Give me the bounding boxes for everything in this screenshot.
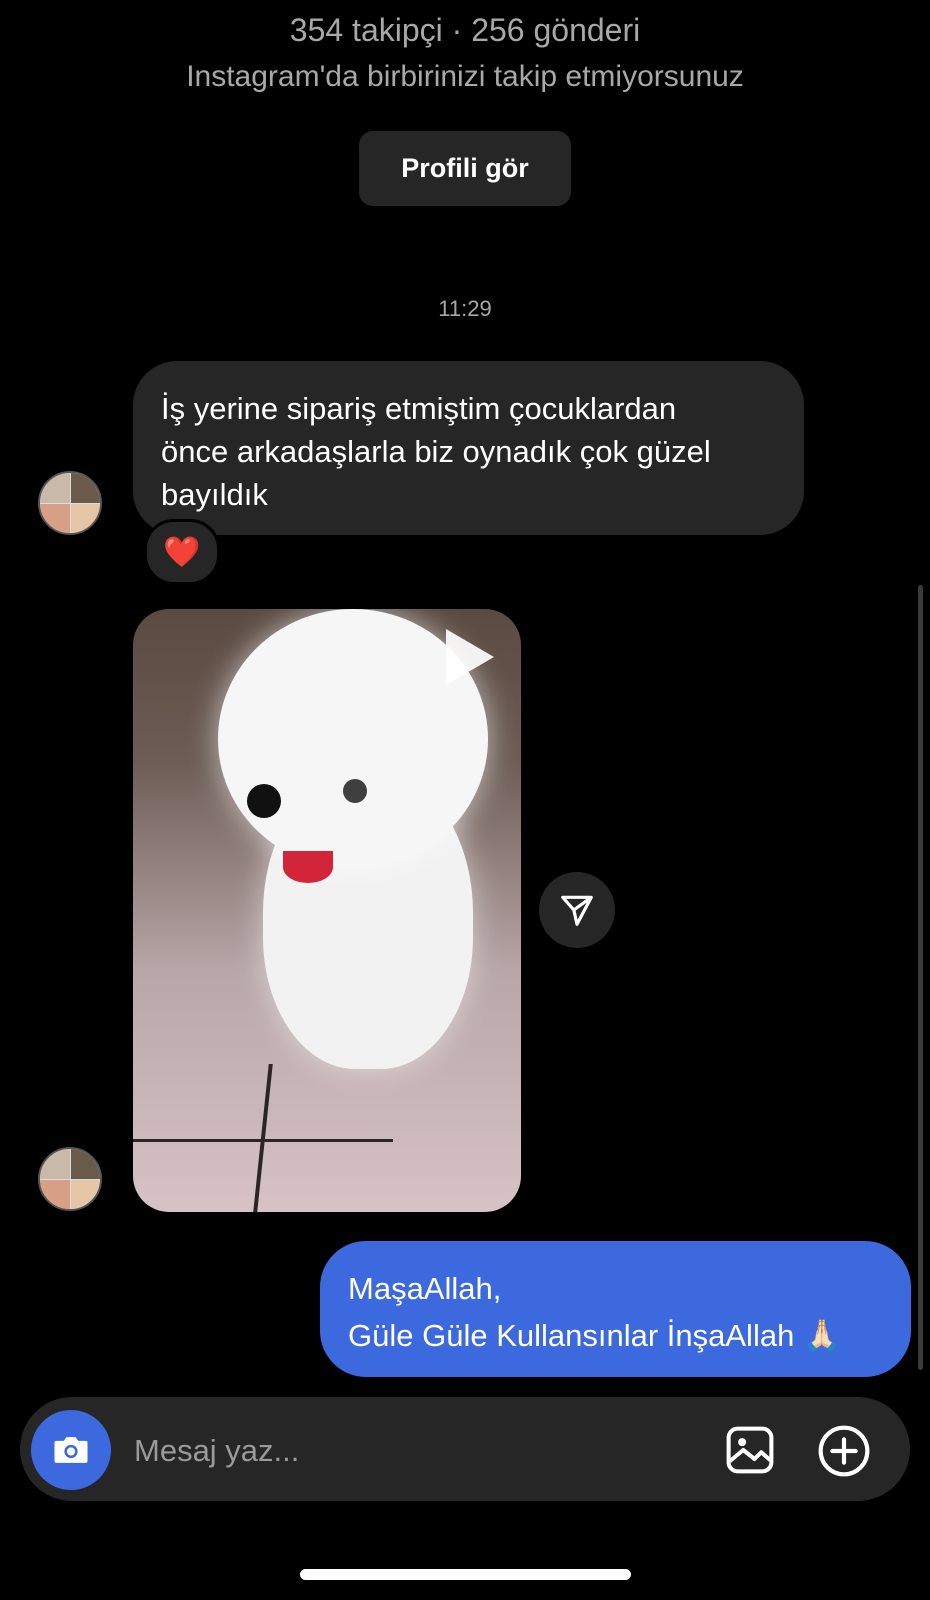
gallery-button[interactable] bbox=[722, 1422, 778, 1478]
home-indicator[interactable] bbox=[300, 1569, 631, 1580]
message-timestamp: 11:29 bbox=[438, 296, 492, 321]
follow-status-note: Instagram'da birbirinizi takip etmiyorsu… bbox=[186, 60, 744, 93]
play-icon[interactable] bbox=[446, 629, 494, 685]
add-button[interactable] bbox=[815, 1422, 873, 1480]
message-line: bayıldık bbox=[161, 477, 268, 512]
thumbnail-detail bbox=[283, 851, 333, 883]
view-profile-button[interactable]: Profili gör bbox=[359, 131, 571, 206]
outgoing-message-bubble[interactable]: MaşaAllah, Güle Güle Kullansınlar İnşaAl… bbox=[320, 1241, 911, 1377]
send-icon bbox=[561, 895, 593, 926]
heart-icon: ❤️ bbox=[163, 535, 201, 569]
incoming-message-bubble[interactable]: İş yerine sipariş etmiştim çocuklardan ö… bbox=[133, 361, 804, 535]
message-line: MaşaAllah, bbox=[348, 1271, 502, 1306]
share-button[interactable] bbox=[539, 872, 615, 948]
heart-reaction[interactable]: ❤️ bbox=[144, 519, 220, 585]
message-line: önce arkadaşlarla biz oynadık çok güzel bbox=[161, 434, 711, 469]
scrollbar[interactable] bbox=[918, 585, 923, 1370]
sender-avatar[interactable] bbox=[38, 1147, 102, 1211]
gallery-icon bbox=[726, 1426, 774, 1474]
video-message[interactable] bbox=[133, 609, 521, 1212]
camera-button[interactable] bbox=[31, 1410, 111, 1490]
thumbnail-detail bbox=[247, 784, 281, 818]
message-line: İş yerine sipariş etmiştim çocuklardan bbox=[161, 391, 677, 426]
thumbnail-detail bbox=[343, 779, 367, 803]
sender-avatar[interactable] bbox=[38, 471, 102, 535]
profile-stats: 354 takipçi · 256 gönderi bbox=[289, 12, 641, 48]
message-input[interactable] bbox=[132, 1420, 696, 1482]
camera-icon bbox=[54, 1437, 88, 1463]
message-line: Güle Güle Kullansınlar İnşaAllah 🙏🏻 bbox=[348, 1318, 842, 1353]
plus-circle-icon bbox=[818, 1425, 870, 1477]
